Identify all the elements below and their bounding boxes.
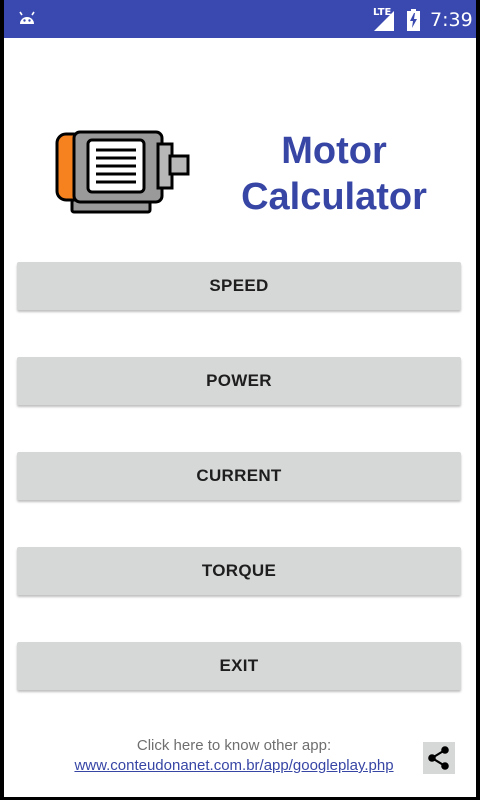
status-bar: LTE 7:39 <box>4 0 476 38</box>
power-button[interactable]: POWER <box>17 357 461 405</box>
speed-button[interactable]: SPEED <box>17 262 461 310</box>
app-screen: LTE 7:39 Motor Calculator SPEED POWER CU… <box>4 0 476 797</box>
share-button[interactable] <box>423 742 455 774</box>
signal-icon <box>374 11 394 31</box>
share-icon <box>428 746 449 770</box>
status-clock: 7:39 <box>430 9 473 31</box>
battery-charging-icon <box>407 9 420 31</box>
exit-button[interactable]: EXIT <box>17 642 461 690</box>
android-icon <box>19 11 35 24</box>
footer-text: Click here to know other app: <box>136 737 332 754</box>
app-title-line1: Motor <box>281 130 387 172</box>
app-title: Motor Calculator <box>224 128 444 220</box>
footer: Click here to know other app: www.conteu… <box>44 736 424 776</box>
torque-button[interactable]: TORQUE <box>17 547 461 595</box>
app-title-line2: Calculator <box>241 176 427 218</box>
current-button[interactable]: CURRENT <box>17 452 461 500</box>
other-apps-link[interactable]: www.conteudonanet.com.br/app/googleplay.… <box>44 756 424 776</box>
electric-motor-icon <box>55 130 190 214</box>
